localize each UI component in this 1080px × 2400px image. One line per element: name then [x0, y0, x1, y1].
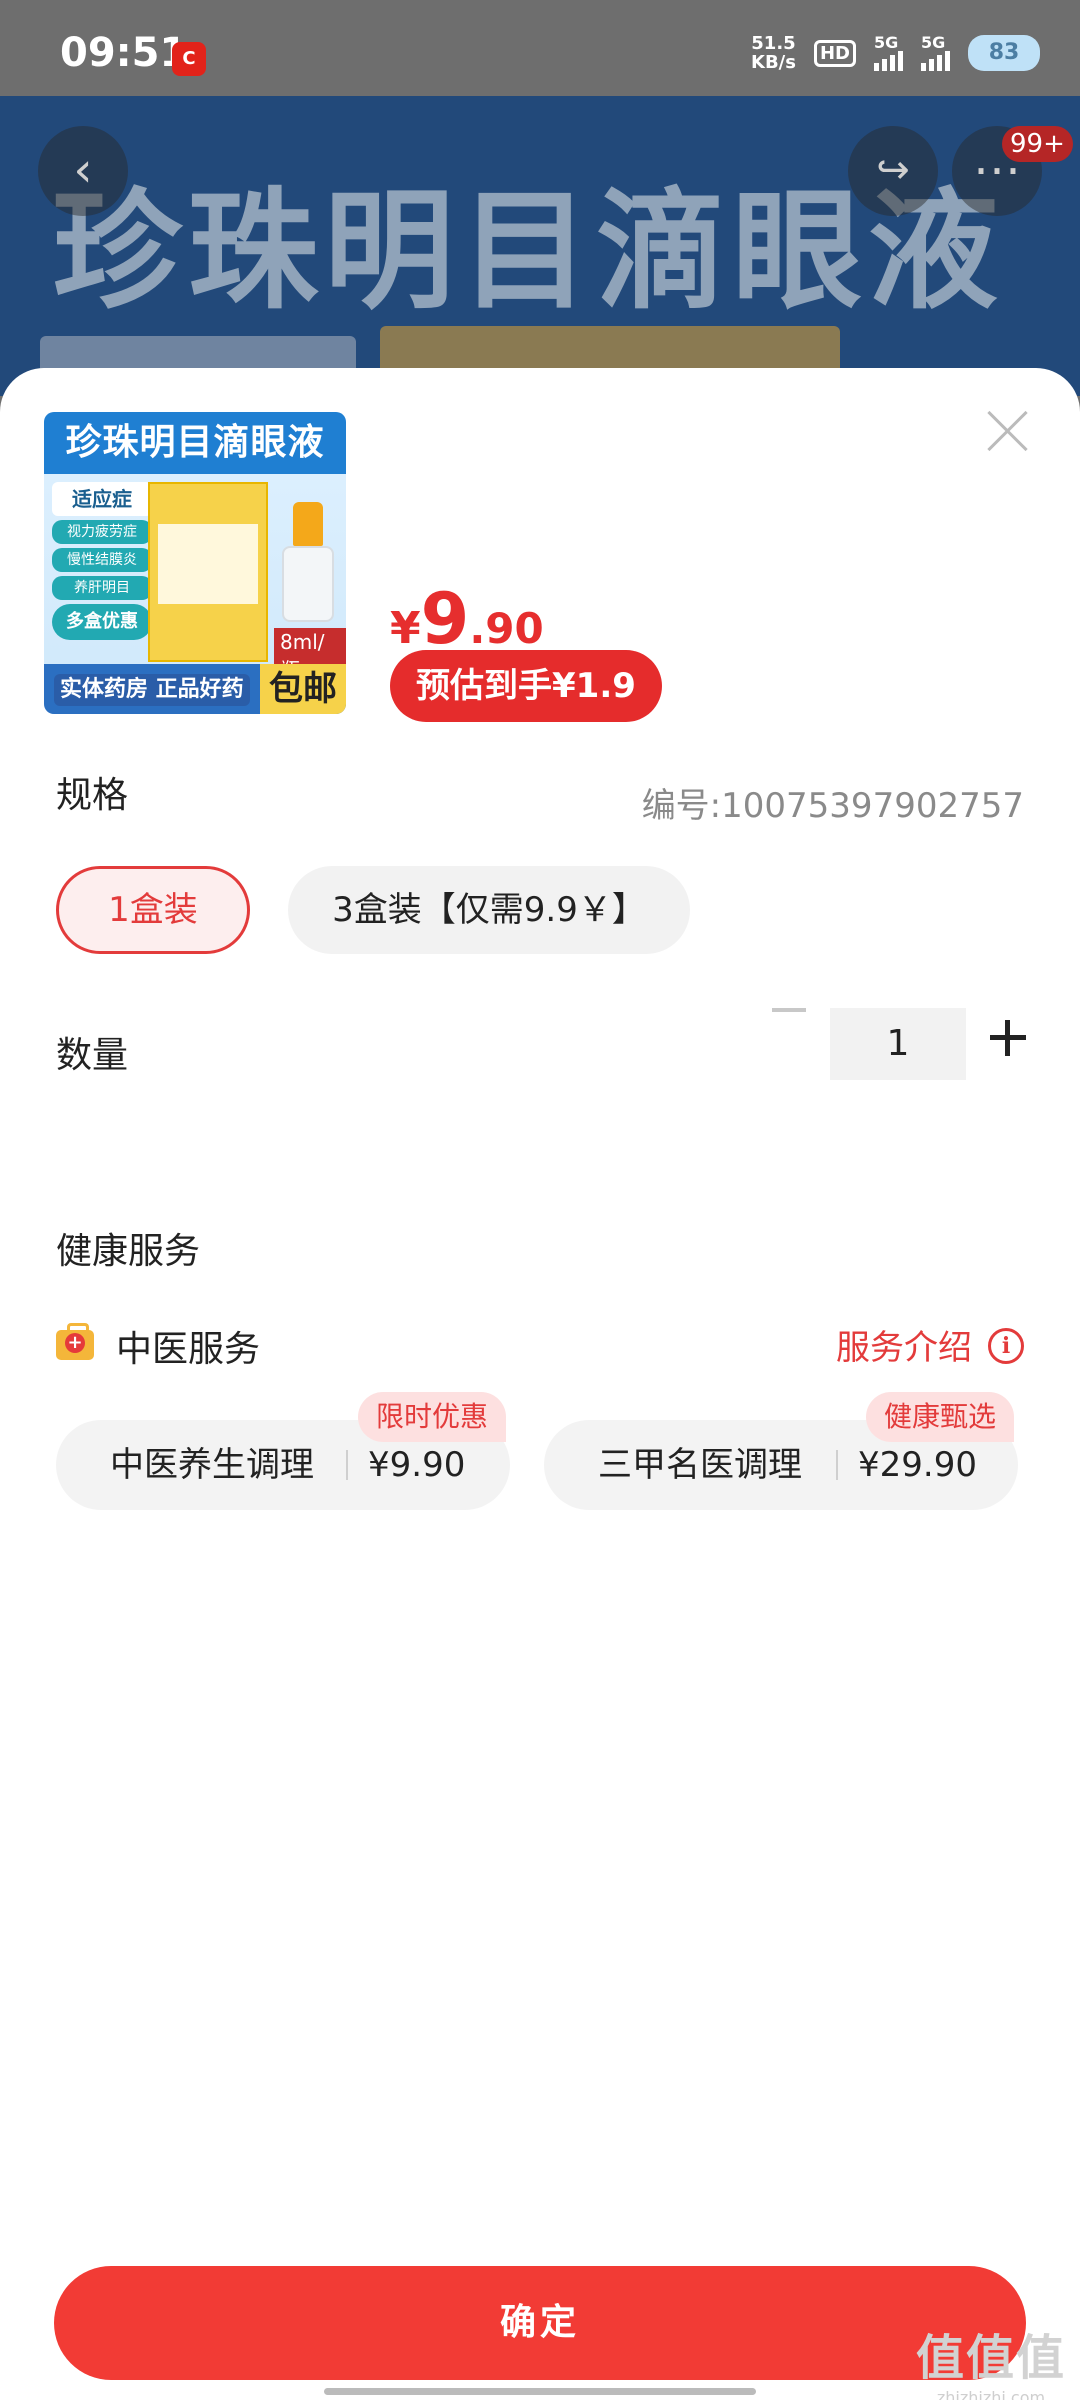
home-indicator[interactable]	[324, 2388, 756, 2395]
thumb-pill: 慢性结膜炎	[52, 548, 152, 572]
network-speed-value: 51.5	[751, 33, 796, 54]
status-time: 09:51	[60, 30, 188, 76]
status-bar: 09:51 C 51.5 KB/s HD 5G 5G 83	[0, 0, 1080, 96]
hd-icon: HD	[813, 39, 856, 67]
service-intro-link[interactable]: 服务介绍	[836, 1320, 972, 1369]
thumb-multi-discount: 多盒优惠	[52, 604, 152, 640]
price-currency: ¥	[390, 603, 421, 654]
app-notification-icon: C	[172, 42, 206, 76]
medical-kit-icon	[56, 1323, 94, 1360]
info-icon[interactable]: i	[988, 1328, 1024, 1364]
product-price: ¥9.90	[390, 578, 544, 660]
divider	[346, 1450, 348, 1480]
signal-icon-sim2: 5G	[921, 33, 950, 71]
watermark: 值值值 zhizhizhi.com	[916, 2318, 1066, 2400]
quantity-input[interactable]: 1	[830, 1008, 966, 1080]
thumb-store-label: 实体药房 正品好药	[54, 674, 250, 706]
service-card-name: 中医养生调理	[110, 1445, 314, 1485]
thumb-package-label	[158, 524, 258, 604]
estimated-price-badge: 预估到手¥1.9	[390, 650, 662, 722]
back-button[interactable]: ‹	[38, 126, 128, 216]
divider	[836, 1450, 838, 1480]
thumb-package-image	[148, 482, 268, 662]
thumb-pill: 视力疲劳症	[52, 520, 152, 544]
share-icon: ↪	[876, 147, 910, 193]
signal-label: 5G	[921, 33, 946, 52]
sku-number: 编号:10075397902757	[641, 786, 1024, 826]
network-speed-unit: KB/s	[751, 52, 796, 73]
quantity-increase-button[interactable]	[990, 1020, 1026, 1056]
thumb-footer: 实体药房 正品好药 包邮	[44, 664, 346, 714]
signal-icon-sim1: 5G	[874, 33, 903, 71]
spec-title: 规格	[56, 775, 129, 816]
sku-selector-sheet: 珍珠明目滴眼液 适应症 视力疲劳症 慢性结膜炎 养肝明目 多盒优惠 8ml/瓶 …	[0, 368, 1080, 2400]
service-name: 中医服务	[116, 1329, 261, 1370]
service-card-tag: 限时优惠	[357, 1392, 506, 1442]
thumb-indications: 适应症 视力疲劳症 慢性结膜炎 养肝明目 多盒优惠	[52, 482, 152, 640]
thumb-shipping-label: 包邮	[260, 664, 346, 714]
battery-icon: 83	[968, 35, 1040, 71]
thumb-pill: 养肝明目	[52, 576, 152, 600]
service-card-expert[interactable]: 三甲名医调理 ¥29.90 健康甄选	[544, 1392, 1018, 1510]
signal-label: 5G	[874, 33, 899, 52]
service-card-name: 三甲名医调理	[598, 1445, 802, 1485]
thumb-title: 珍珠明目滴眼液	[44, 412, 346, 474]
quantity-title: 数量	[56, 1035, 129, 1076]
watermark-url: zhizhizhi.com	[936, 2388, 1046, 2400]
close-icon[interactable]	[984, 408, 1030, 454]
price-integer: 9	[420, 578, 470, 660]
watermark-logo: 值值值	[915, 2330, 1066, 2386]
price-decimal: .90	[469, 604, 544, 653]
spec-option-3-box[interactable]: 3盒装【仅需9.9￥】	[288, 866, 690, 954]
health-service-title: 健康服务	[56, 1231, 201, 1272]
thumb-bottle-image	[282, 502, 334, 622]
status-indicators: 51.5 KB/s HD 5G 5G 83	[751, 33, 1040, 72]
network-speed: 51.5 KB/s	[751, 34, 796, 72]
product-banner: 珍珠明目滴眼液 ‹ ↪ ⋯ 99+	[0, 96, 1080, 396]
service-card-tcm[interactable]: 中医养生调理 ¥9.90 限时优惠	[56, 1392, 510, 1510]
confirm-button[interactable]: 确定	[54, 2266, 1026, 2380]
share-button[interactable]: ↪	[848, 126, 938, 216]
chevron-left-icon: ‹	[73, 142, 93, 198]
service-card-tag: 健康甄选	[865, 1392, 1014, 1442]
spec-option-1-box[interactable]: 1盒装	[56, 866, 250, 954]
quantity-decrease-button[interactable]	[772, 1008, 806, 1012]
product-thumbnail[interactable]: 珍珠明目滴眼液 适应症 视力疲劳症 慢性结膜炎 养肝明目 多盒优惠 8ml/瓶 …	[44, 412, 346, 714]
thumb-indication-label: 适应症	[52, 482, 152, 516]
message-count-badge: 99+	[1002, 126, 1073, 162]
